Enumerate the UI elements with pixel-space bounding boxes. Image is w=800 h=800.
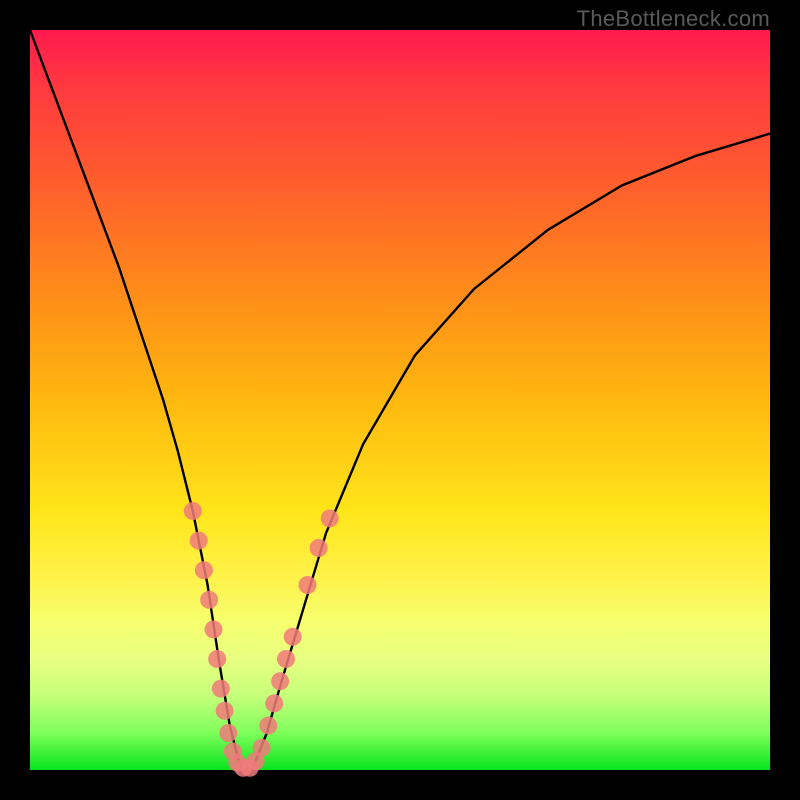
- scatter-point: [310, 539, 328, 557]
- plot-area: [30, 30, 770, 770]
- scatter-points-group: [184, 502, 339, 777]
- scatter-point: [284, 628, 302, 646]
- scatter-point: [265, 694, 283, 712]
- scatter-point: [219, 724, 237, 742]
- scatter-point: [190, 532, 208, 550]
- scatter-point: [184, 502, 202, 520]
- curve-svg: [30, 30, 770, 770]
- scatter-point: [271, 672, 289, 690]
- scatter-point: [216, 702, 234, 720]
- scatter-point: [259, 717, 277, 735]
- scatter-point: [200, 591, 218, 609]
- scatter-point: [277, 650, 295, 668]
- scatter-point: [321, 509, 339, 527]
- scatter-point: [212, 680, 230, 698]
- scatter-point: [208, 650, 226, 668]
- scatter-point: [205, 620, 223, 638]
- bottleneck-curve-path: [30, 30, 770, 770]
- watermark-text: TheBottleneck.com: [577, 6, 770, 32]
- scatter-point: [299, 576, 317, 594]
- scatter-point: [195, 561, 213, 579]
- scatter-point: [253, 739, 271, 757]
- chart-frame: TheBottleneck.com: [0, 0, 800, 800]
